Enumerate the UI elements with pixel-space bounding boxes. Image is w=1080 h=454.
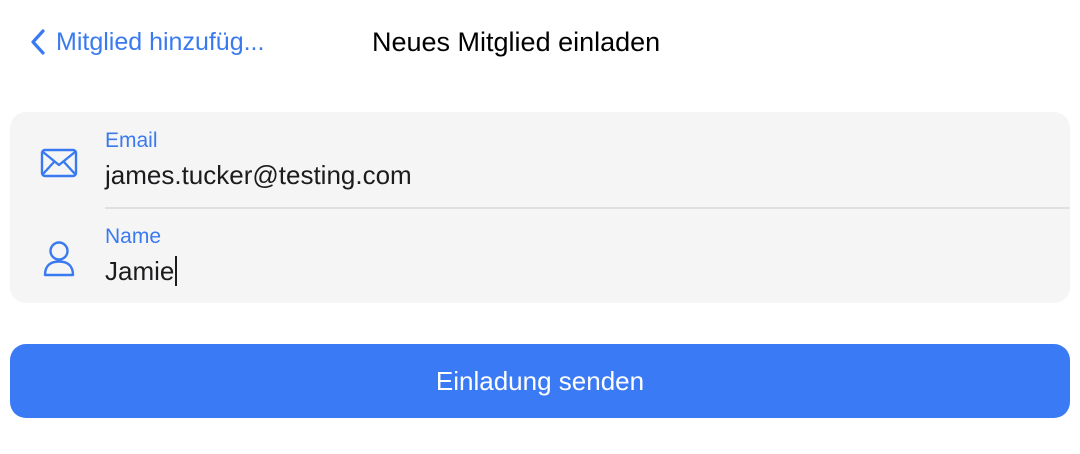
back-button-label: Mitglied hinzufüg...: [56, 27, 265, 56]
email-field-label: Email: [105, 129, 158, 152]
envelope-icon: [38, 142, 80, 184]
email-field[interactable]: james.tucker@testing.com: [105, 160, 412, 191]
name-field-text: Jamie: [105, 256, 175, 286]
chevron-left-icon: [30, 28, 46, 56]
text-cursor: [175, 256, 178, 286]
invite-form-card: Email james.tucker@testing.com Name Jami…: [10, 112, 1070, 303]
name-row[interactable]: Name Jamie: [10, 208, 1070, 303]
navigation-bar: Mitglied hinzufüg... Neues Mitglied einl…: [0, 0, 1080, 86]
send-invitation-button[interactable]: Einladung senden: [10, 344, 1070, 418]
name-field[interactable]: Jamie: [105, 256, 178, 287]
page-title: Neues Mitglied einladen: [372, 27, 661, 57]
invite-member-screen: Mitglied hinzufüg... Neues Mitglied einl…: [0, 0, 1080, 454]
name-field-label: Name: [105, 225, 162, 248]
back-button[interactable]: Mitglied hinzufüg...: [30, 24, 264, 60]
email-row[interactable]: Email james.tucker@testing.com: [10, 112, 1070, 209]
person-icon: [38, 238, 80, 280]
